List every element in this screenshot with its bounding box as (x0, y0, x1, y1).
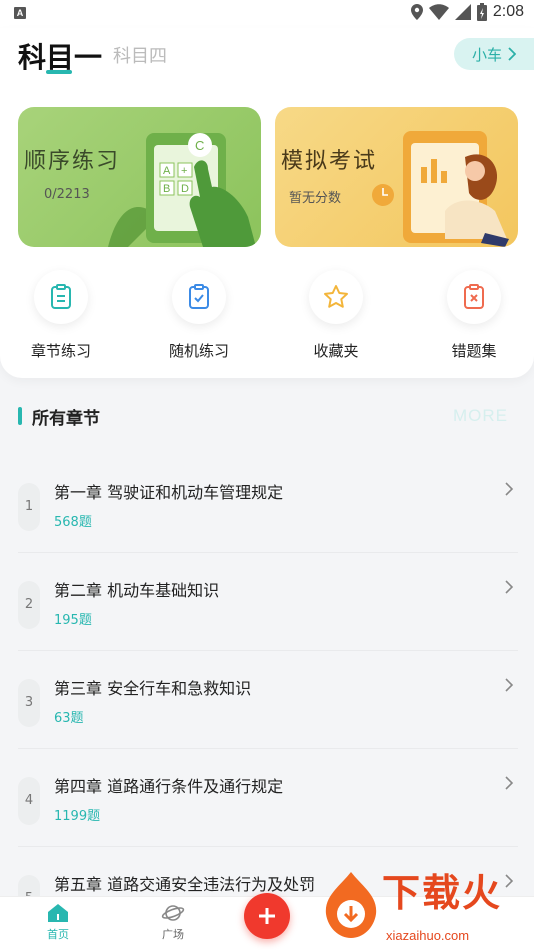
watermark-url: xiazaihuo.com (386, 928, 470, 943)
clipboard-x-icon (464, 284, 484, 309)
chapter-title: 第五章 道路交通安全违法行为及处罚 (54, 875, 316, 894)
all-chapters-title: 所有章节 (32, 409, 100, 429)
favorites-icon-wrap (309, 270, 363, 324)
sequential-practice-illustration: A + B D C (108, 133, 256, 247)
star-icon (324, 285, 348, 308)
chevron-right-icon (505, 482, 514, 496)
chapter-number: 2 (18, 581, 40, 629)
chapter-number: 4 (18, 777, 40, 825)
chapter-row[interactable]: 2 第二章 机动车基础知识 195题 (18, 553, 518, 651)
mock-exam-illustration (372, 131, 509, 247)
wifi-icon (428, 4, 449, 20)
chapter-question-count: 63题 (54, 711, 84, 726)
favorites-button[interactable]: 收藏夹 (286, 270, 386, 361)
chevron-right-icon (508, 47, 517, 61)
favorites-label: 收藏夹 (313, 342, 359, 360)
home-icon (48, 904, 68, 922)
top-card: 科目一 科目四 小车 A + B D C 顺序练习 0/2213 模拟考试 暂无… (0, 28, 534, 378)
mock-exam-banner[interactable]: 模拟考试 暂无分数 (275, 107, 518, 247)
clock: 2:08 (492, 3, 524, 20)
sequential-practice-title: 顺序练习 (24, 149, 121, 174)
wrong-questions-icon-wrap (447, 270, 501, 324)
vehicle-type-button[interactable]: 小车 (454, 38, 534, 70)
svg-text:B: B (163, 183, 170, 195)
chapter-number: 3 (18, 679, 40, 727)
battery-icon (476, 3, 487, 21)
chapter-question-count: 568题 (54, 515, 92, 530)
chapter-title: 第三章 安全行车和急救知识 (54, 679, 252, 698)
add-post-button[interactable] (244, 893, 290, 939)
clipboard-check-icon (189, 284, 209, 309)
chapter-question-count: 1199题 (54, 809, 101, 824)
chapter-row[interactable]: 3 第三章 安全行车和急救知识 63题 (18, 651, 518, 749)
flame-logo-icon (325, 872, 377, 938)
random-practice-label: 随机练习 (168, 342, 229, 360)
nav-home[interactable]: 首页 (28, 903, 88, 942)
section-accent-bar (18, 407, 22, 425)
clipboard-list-icon (51, 284, 71, 309)
status-bar: A 2:08 (0, 0, 534, 28)
tab-subject-four[interactable]: 科目四 (113, 42, 167, 68)
chevron-right-icon (505, 580, 514, 594)
mock-exam-score: 暂无分数 (289, 191, 342, 206)
svg-text:+: + (181, 165, 187, 177)
chapter-question-count: 195题 (54, 613, 92, 628)
more-link[interactable]: MORE (453, 406, 508, 426)
vehicle-type-label: 小车 (472, 45, 503, 64)
planet-icon (161, 905, 185, 921)
chevron-right-icon (505, 776, 514, 790)
chapter-title: 第四章 道路通行条件及通行规定 (54, 777, 284, 796)
signal-icon (454, 4, 471, 20)
location-icon (410, 4, 423, 20)
active-tab-indicator (46, 70, 72, 74)
chevron-right-icon (505, 678, 514, 692)
plus-icon (259, 908, 275, 924)
chapter-practice-label: 章节练习 (30, 342, 91, 360)
chapter-number: 1 (18, 483, 40, 531)
svg-text:C: C (195, 138, 204, 153)
sequential-practice-progress: 0/2213 (44, 187, 90, 202)
svg-text:A: A (163, 165, 171, 177)
chapter-practice-icon-wrap (34, 270, 88, 324)
chapter-title: 第一章 驾驶证和机动车管理规定 (54, 483, 284, 502)
chapter-title: 第二章 机动车基础知识 (54, 581, 220, 600)
watermark-text: 下载火 (382, 871, 503, 915)
nav-plaza[interactable]: 广场 (143, 903, 203, 942)
random-practice-button[interactable]: 随机练习 (149, 270, 249, 361)
nav-home-label: 首页 (47, 928, 69, 941)
svg-text:D: D (181, 183, 189, 195)
random-practice-icon-wrap (172, 270, 226, 324)
nav-plaza-label: 广场 (162, 928, 184, 941)
notification-icon: A (14, 7, 26, 19)
watermark: 下载火 xiazaihuo.com (316, 858, 534, 950)
wrong-questions-button[interactable]: 错题集 (424, 270, 524, 361)
chapter-practice-button[interactable]: 章节练习 (11, 270, 111, 361)
chapter-row[interactable]: 1 第一章 驾驶证和机动车管理规定 568题 (18, 455, 518, 553)
mock-exam-title: 模拟考试 (281, 149, 378, 174)
wrong-questions-label: 错题集 (451, 342, 497, 360)
chapter-row[interactable]: 4 第四章 道路通行条件及通行规定 1199题 (18, 749, 518, 847)
sequential-practice-banner[interactable]: A + B D C 顺序练习 0/2213 (18, 107, 261, 247)
